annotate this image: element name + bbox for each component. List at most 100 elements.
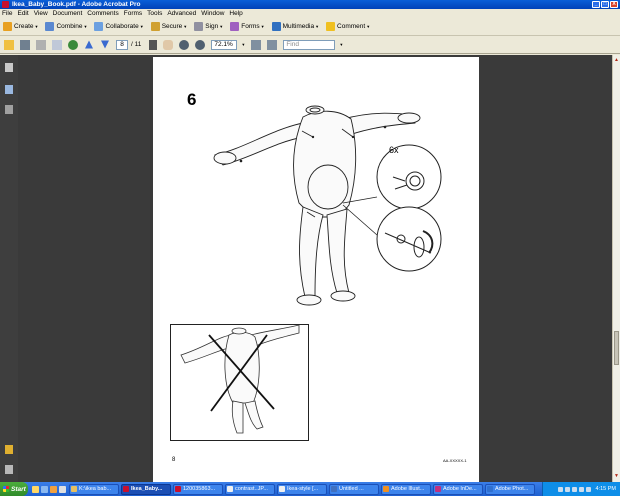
hand-tool-icon[interactable] (163, 39, 174, 50)
web-icon[interactable] (68, 39, 78, 50)
windows-logo-icon (3, 486, 9, 492)
scrollbar-thumb[interactable] (614, 331, 619, 365)
select-cursor-icon[interactable] (149, 39, 158, 50)
bookmarks-icon[interactable] (5, 85, 13, 94)
multimedia-button[interactable]: Multimedia ▼ (271, 22, 319, 31)
taskbar-button[interactable]: Untitled ... (329, 483, 379, 495)
navigation-toolbar: 8 / 11 72.1% ▼ Find ▼ (0, 36, 620, 54)
secure-button[interactable]: Secure ▼ (150, 22, 187, 31)
paperclip-icon[interactable] (5, 465, 13, 474)
windows-taskbar: Start K:\ikea bab... Ikea_Baby... 12003586… (0, 482, 620, 496)
zoom-in-icon[interactable] (195, 39, 206, 50)
secure-label: Secure (161, 23, 183, 30)
taskbar-button[interactable]: Adobe Illust... (381, 483, 431, 495)
taskbar-button[interactable]: contrast..JP... (225, 483, 275, 495)
taskbar-button[interactable]: Ikea_Baby... (121, 483, 171, 495)
collaborate-label: Collaborate (105, 23, 139, 30)
page-total: / 11 (131, 41, 142, 48)
quick-launch-icon[interactable] (50, 485, 57, 493)
create-icon (3, 22, 12, 31)
quick-launch-icon[interactable] (59, 485, 66, 493)
tray-icon[interactable] (557, 486, 563, 492)
zoom-dropdown-icon[interactable]: ▼ (241, 42, 245, 47)
menu-forms[interactable]: Forms (124, 10, 142, 17)
app-icon (331, 485, 337, 492)
app-icon (71, 485, 77, 492)
menu-window[interactable]: Window (201, 10, 224, 17)
attachments-icon[interactable] (5, 445, 13, 454)
warning-illustration-box (170, 324, 309, 441)
comment-label: Comment (337, 23, 366, 30)
close-button[interactable]: X (610, 1, 618, 8)
save-icon[interactable] (36, 39, 46, 50)
create-label: Create (14, 23, 34, 30)
acrobat-app-icon (2, 1, 9, 8)
crossed-out-figure (180, 325, 300, 434)
menu-help[interactable]: Help (229, 10, 242, 17)
quick-launch-icon[interactable] (41, 485, 48, 493)
multimedia-icon (271, 22, 281, 31)
zoom-input[interactable]: 72.1% (211, 39, 238, 50)
menu-edit[interactable]: Edit (17, 10, 28, 17)
taskbar-button[interactable]: 120035863... (173, 483, 223, 495)
collaborate-button[interactable]: Collaborate ▼ (94, 22, 144, 31)
start-button[interactable]: Start (0, 482, 28, 496)
taskbar-tasks: K:\ikea bab... Ikea_Baby... 120035863... co… (69, 483, 537, 495)
document-viewer[interactable]: 6 6x 8 AA-XXXXX-1 (18, 55, 612, 482)
menu-document[interactable]: Document (53, 10, 83, 17)
taskbar-button-label: Untitled ... (339, 485, 364, 492)
email-icon[interactable] (52, 39, 62, 50)
next-page-icon[interactable] (101, 40, 109, 49)
combine-label: Combine (56, 23, 83, 30)
zoom-out-icon[interactable] (179, 39, 190, 50)
taskbar-button[interactable]: Ikea-style [... (277, 483, 327, 495)
vertical-scrollbar[interactable]: ▲ ▼ (612, 55, 620, 482)
app-icon (435, 485, 441, 492)
tray-icon[interactable] (571, 486, 577, 492)
find-input[interactable]: Find (283, 39, 336, 50)
signatures-icon[interactable] (5, 105, 13, 114)
forms-button[interactable]: Forms ▼ (230, 22, 265, 31)
menu-tools[interactable]: Tools (147, 10, 162, 17)
sign-button[interactable]: Sign ▼ (194, 22, 223, 31)
menu-advanced[interactable]: Advanced (167, 10, 196, 17)
previous-page-icon[interactable] (85, 40, 93, 49)
window-title: Ikea_Baby_Book.pdf - Adobe Acrobat Pro (12, 1, 141, 8)
clock: 4:15 PM (595, 486, 616, 492)
app-icon (175, 485, 181, 492)
combine-button[interactable]: Combine ▼ (45, 22, 87, 31)
fit-page-icon[interactable] (251, 39, 262, 50)
fit-width-icon[interactable] (267, 39, 278, 50)
taskbar-button-label: contrast..JP... (235, 485, 268, 492)
maximize-button[interactable]: □ (601, 1, 609, 8)
menu-view[interactable]: View (34, 10, 48, 17)
tray-icon[interactable] (585, 486, 591, 492)
comment-button[interactable]: Comment ▼ (326, 22, 370, 31)
page-number-input[interactable]: 8 (116, 39, 128, 50)
quick-launch-icon[interactable] (32, 485, 39, 493)
open-folder-icon[interactable] (4, 39, 14, 50)
pen-icon (194, 22, 204, 31)
create-button[interactable]: Create ▼ (3, 22, 38, 31)
pages-icon[interactable] (5, 63, 13, 72)
taskbar-button[interactable]: Adobe Phot... (485, 483, 535, 495)
minimize-button[interactable]: _ (592, 1, 600, 8)
forms-label: Forms (241, 23, 260, 30)
print-icon[interactable] (20, 39, 30, 50)
scroll-up-icon[interactable]: ▲ (613, 57, 620, 64)
document-code: AA-XXXXX-1 (443, 458, 467, 463)
taskbar-button[interactable]: K:\ikea bab... (69, 483, 119, 495)
scroll-down-icon[interactable]: ▼ (613, 473, 620, 480)
menu-comments[interactable]: Comments (87, 10, 118, 17)
combine-icon (45, 22, 55, 31)
taskbar-button-label: Adobe Phot... (495, 485, 529, 492)
menu-file[interactable]: File (2, 10, 12, 17)
taskbar-button[interactable]: Adobe InDe... (433, 483, 483, 495)
find-dropdown-icon[interactable]: ▼ (339, 42, 343, 47)
window-titlebar[interactable]: Ikea_Baby_Book.pdf - Adobe Acrobat Pro _… (0, 0, 620, 9)
app-icon (279, 485, 285, 492)
menu-bar: File Edit View Document Comments Forms T… (0, 9, 620, 18)
window-controls: _ □ X (592, 1, 618, 8)
tray-icon[interactable] (564, 486, 570, 492)
tray-icon[interactable] (578, 486, 584, 492)
